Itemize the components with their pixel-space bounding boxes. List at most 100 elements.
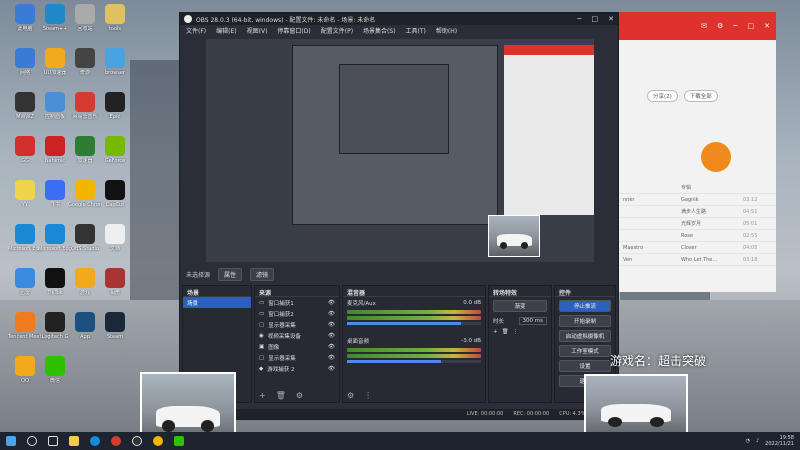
menu-profile[interactable]: 配置文件(P) xyxy=(321,26,353,35)
desktop-icon[interactable]: tools xyxy=(98,4,132,44)
song-row[interactable]: Maestro Closer 04:05 xyxy=(619,242,776,254)
desktop-icon[interactable]: MWWZ xyxy=(8,92,42,132)
add-transition-icon[interactable]: + xyxy=(493,329,498,335)
visibility-icon[interactable]: 👁 xyxy=(328,311,335,317)
desktop-icon[interactable]: YY xyxy=(8,180,42,220)
duration-input[interactable]: 300 ms xyxy=(518,316,547,325)
song-row[interactable]: nner Gagnik 03:12 xyxy=(619,194,776,206)
desktop-icon[interactable]: Steam xyxy=(98,312,132,352)
music-app-icon[interactable] xyxy=(111,436,121,446)
maximize-icon[interactable]: □ xyxy=(748,22,755,30)
song-row[interactable]: 满步人生路 04:51 xyxy=(619,206,776,218)
desktop-icon[interactable]: CapCut xyxy=(98,180,132,220)
song-row[interactable]: Ven Who Let The... 03:18 xyxy=(619,254,776,266)
more-icon[interactable]: ⋮ xyxy=(364,391,372,400)
start-recording-button[interactable]: 开始录制 xyxy=(559,315,611,327)
volume-slider[interactable] xyxy=(347,322,481,325)
menu-help[interactable]: 帮助(H) xyxy=(436,26,457,35)
desktop-icon[interactable]: 相册 xyxy=(98,268,132,308)
settings-button[interactable]: 设置 xyxy=(559,360,611,372)
visibility-icon[interactable]: 👁 xyxy=(328,344,335,350)
download-all-button[interactable]: 下载全部 xyxy=(683,90,718,102)
desktop-icon[interactable]: Nahimic xyxy=(38,136,72,176)
desktop-icon[interactable]: 回收站 xyxy=(68,4,102,44)
desktop-icon[interactable]: 网络 xyxy=(8,48,42,88)
visibility-icon[interactable]: 👁 xyxy=(328,333,335,339)
file-explorer-icon[interactable] xyxy=(69,436,79,446)
desktop-icon[interactable]: 控制面板 xyxy=(38,92,72,132)
desktop-icon[interactable]: 微信 xyxy=(38,356,72,396)
more-icon[interactable]: ⋮ xyxy=(513,329,519,335)
menu-view[interactable]: 视图(V) xyxy=(247,26,268,35)
share-button[interactable]: 分享(2) xyxy=(647,90,678,102)
source-item[interactable]: ▭ 窗口捕获1 👁 xyxy=(255,297,339,308)
desktop-icon[interactable]: Google Chrome xyxy=(68,180,102,220)
desktop-icon[interactable]: Microsoft Edge xyxy=(38,224,72,264)
source-item[interactable]: ▢ 显示器采集 👁 xyxy=(255,352,339,363)
filters-button[interactable]: 滤镜 xyxy=(250,267,275,281)
source-item[interactable]: ▢ 显示器采集 👁 xyxy=(255,319,339,330)
desktop-icon[interactable]: 加速器 xyxy=(68,136,102,176)
volume-icon[interactable]: ♪ xyxy=(756,438,759,444)
app-icon[interactable] xyxy=(174,436,184,446)
desktop-icon[interactable]: Epic xyxy=(98,92,132,132)
remove-source-icon[interactable]: 🗑 xyxy=(276,391,286,400)
desktop-icon[interactable]: Logitech G xyxy=(38,312,72,352)
menu-docks[interactable]: 停靠窗口(D) xyxy=(277,26,310,35)
desktop-icon[interactable]: browser xyxy=(98,48,132,88)
desktop-icon[interactable]: 网易云音乐 xyxy=(68,92,102,132)
menu-tools[interactable]: 工具(T) xyxy=(406,26,426,35)
song-row[interactable]: 光辉岁月 05:01 xyxy=(619,218,776,230)
desktop-icon[interactable]: Steam++ xyxy=(38,4,72,44)
properties-button[interactable]: 属性 xyxy=(218,267,243,281)
remove-transition-icon[interactable]: 🗑 xyxy=(502,329,509,335)
transition-select[interactable]: 渐变 xyxy=(493,300,547,312)
windows-start-icon[interactable] xyxy=(6,436,16,446)
minimize-icon[interactable]: ─ xyxy=(577,15,581,23)
desktop-icon[interactable]: Microsoft Edge xyxy=(8,224,42,264)
minimize-icon[interactable]: ─ xyxy=(733,22,737,30)
visibility-icon[interactable]: 👁 xyxy=(328,366,335,372)
gear-icon[interactable]: ⚙ xyxy=(347,391,354,400)
gear-icon[interactable]: ⚙ xyxy=(717,22,723,30)
desktop-icon[interactable]: GeForce xyxy=(98,136,132,176)
desktop-icon[interactable]: 文档 xyxy=(98,224,132,264)
source-item[interactable]: ▣ 图像 👁 xyxy=(255,341,339,352)
task-view-icon[interactable] xyxy=(48,436,58,446)
visibility-icon[interactable]: 👁 xyxy=(328,300,335,306)
visibility-icon[interactable]: 👁 xyxy=(328,355,335,361)
desktop-icon[interactable]: GG xyxy=(8,136,42,176)
gear-icon[interactable]: ⚙ xyxy=(296,391,303,400)
desktop-icon[interactable]: TikTok xyxy=(38,268,72,308)
song-row[interactable]: 专辑 xyxy=(619,182,776,194)
search-icon[interactable] xyxy=(27,436,37,446)
virtual-camera-button[interactable]: 启动虚拟摄像机 xyxy=(559,330,611,342)
desktop-icon[interactable]: Tencent Meeting xyxy=(8,312,42,352)
source-item[interactable]: ◉ 视频采集设备 👁 xyxy=(255,330,339,341)
network-icon[interactable]: ◔ xyxy=(746,438,750,444)
obs-icon[interactable] xyxy=(132,436,142,446)
add-source-icon[interactable]: + xyxy=(259,391,266,400)
close-icon[interactable]: ✕ xyxy=(764,22,770,30)
desktop-icon[interactable]: 飞书 xyxy=(38,180,72,220)
obs-titlebar[interactable]: OBS 28.0.3 (64-bit, windows) - 配置文件: 未命名… xyxy=(180,13,618,25)
desktop-icon[interactable]: QQ xyxy=(8,356,42,396)
song-row[interactable]: Rose 02:55 xyxy=(619,230,776,242)
volume-slider[interactable] xyxy=(347,360,481,363)
scene-item[interactable]: 场景 xyxy=(183,297,251,308)
source-item[interactable]: ◆ 游戏捕获 2 👁 xyxy=(255,363,339,374)
close-icon[interactable]: ✕ xyxy=(608,15,614,23)
studio-mode-button[interactable]: 工作室模式 xyxy=(559,345,611,357)
clock[interactable]: 19:58 2022/11/21 xyxy=(765,435,794,447)
desktop-icon[interactable]: UU加速器 xyxy=(38,48,72,88)
stop-streaming-button[interactable]: 停止推流 xyxy=(559,300,611,312)
desktop-icon[interactable]: 游戏 xyxy=(68,268,102,308)
maximize-icon[interactable]: □ xyxy=(592,15,599,23)
desktop-icon[interactable]: OBS Studio xyxy=(68,224,102,264)
desktop-icon[interactable]: 奇游 xyxy=(68,48,102,88)
desktop-icon[interactable]: App xyxy=(68,312,102,352)
obs-preview-canvas[interactable] xyxy=(206,39,594,262)
chrome-icon[interactable] xyxy=(153,436,163,446)
edge-icon[interactable] xyxy=(90,436,100,446)
visibility-icon[interactable]: 👁 xyxy=(328,322,335,328)
